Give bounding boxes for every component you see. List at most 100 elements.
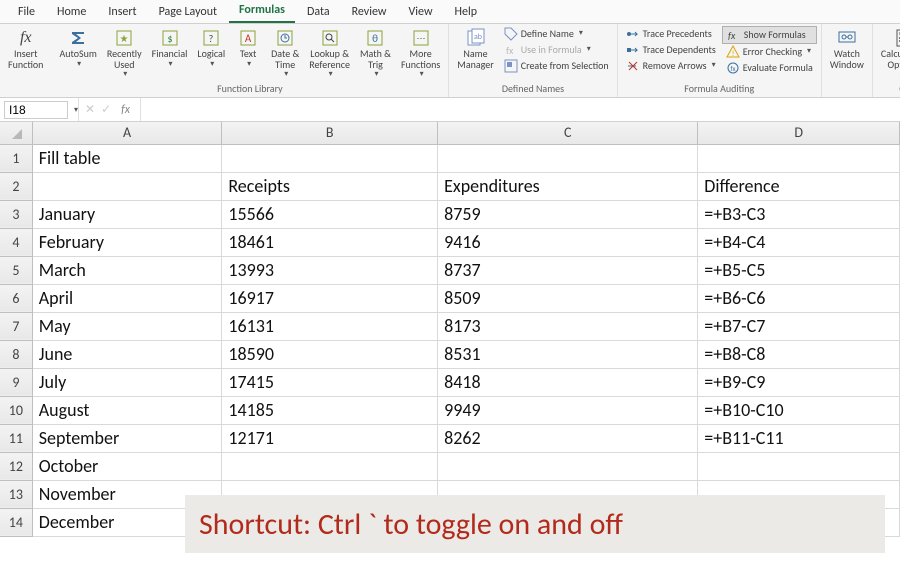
cell[interactable]: =+B4-C4 [698,228,900,256]
row-header[interactable]: 13 [0,480,32,508]
cell[interactable]: 9416 [438,228,698,256]
cell[interactable] [438,452,698,480]
cell[interactable] [698,144,900,172]
formula-bar[interactable] [141,101,900,119]
cell[interactable]: August [32,396,222,424]
cell[interactable]: Expenditures [438,172,698,200]
row-header[interactable]: 7 [0,312,32,340]
col-header-D[interactable]: D [698,122,900,144]
cancel-icon[interactable]: ✕ [85,102,95,117]
cell[interactable]: 8418 [438,368,698,396]
tab-page-layout[interactable]: Page Layout [149,2,227,23]
row-header[interactable]: 12 [0,452,32,480]
financial-button[interactable]: $ Financial▾ [148,26,192,70]
recently-used-button[interactable]: ★ Recently Used▾ [103,26,146,80]
cell[interactable] [438,144,698,172]
select-all-corner[interactable] [0,122,32,144]
cell[interactable]: 16917 [222,284,438,312]
row-header[interactable]: 14 [0,508,32,536]
cell[interactable]: January [32,200,222,228]
cell[interactable]: 8173 [438,312,698,340]
col-header-C[interactable]: C [438,122,698,144]
row-header[interactable]: 10 [0,396,32,424]
define-name-button[interactable]: Define Name▾ [500,26,613,42]
cell[interactable]: Receipts [222,172,438,200]
cell[interactable]: 8262 [438,424,698,452]
cell[interactable]: =+B8-C8 [698,340,900,368]
cell[interactable]: 13993 [222,256,438,284]
cell[interactable] [32,172,222,200]
cell[interactable]: 8759 [438,200,698,228]
row-header[interactable]: 1 [0,144,32,172]
col-header-B[interactable]: B [222,122,438,144]
calculation-options-button[interactable]: Calculation Options▾ [877,26,900,80]
evaluate-formula-button[interactable]: fx Evaluate Formula [722,60,817,76]
row-header[interactable]: 9 [0,368,32,396]
fx-icon[interactable]: fx [117,103,134,117]
create-from-selection-button[interactable]: Create from Selection [500,58,613,74]
cell[interactable]: March [32,256,222,284]
tab-review[interactable]: Review [342,2,397,23]
cell[interactable]: =+B11-C11 [698,424,900,452]
cell[interactable]: September [32,424,222,452]
cell[interactable]: October [32,452,222,480]
math-trig-button[interactable]: θ Math & Trig▾ [356,26,395,80]
row-header[interactable]: 5 [0,256,32,284]
trace-dependents-button[interactable]: Trace Dependents [622,42,720,58]
tab-view[interactable]: View [398,2,442,23]
cell[interactable]: Difference [698,172,900,200]
trace-precedents-button[interactable]: Trace Precedents [622,26,720,42]
cell[interactable]: 8531 [438,340,698,368]
cell[interactable]: =+B5-C5 [698,256,900,284]
cell[interactable]: 16131 [222,312,438,340]
row-header[interactable]: 8 [0,340,32,368]
cell[interactable] [222,452,438,480]
more-functions-button[interactable]: ⋯ More Functions▾ [397,26,444,80]
lookup-reference-button[interactable]: Lookup & Reference▾ [305,26,354,80]
tab-home[interactable]: Home [47,2,96,23]
cell[interactable]: =+B6-C6 [698,284,900,312]
row-header[interactable]: 11 [0,424,32,452]
cell[interactable]: Fill table [32,144,222,172]
tab-insert[interactable]: Insert [98,2,146,23]
cell[interactable]: February [32,228,222,256]
cell[interactable]: 17415 [222,368,438,396]
cell[interactable]: 14185 [222,396,438,424]
tab-formulas[interactable]: Formulas [229,0,295,23]
use-in-formula-button[interactable]: fx Use in Formula▾ [500,42,613,58]
cell[interactable]: May [32,312,222,340]
cell[interactable]: 9949 [438,396,698,424]
row-header[interactable]: 2 [0,172,32,200]
watch-window-button[interactable]: Watch Window [826,26,868,72]
cell[interactable] [698,452,900,480]
cell[interactable]: =+B3-C3 [698,200,900,228]
row-header[interactable]: 3 [0,200,32,228]
enter-icon[interactable]: ✓ [101,102,111,117]
row-header[interactable]: 4 [0,228,32,256]
cell[interactable] [222,144,438,172]
tab-help[interactable]: Help [445,2,488,23]
error-checking-button[interactable]: ! Error Checking▾ [722,44,817,60]
col-header-A[interactable]: A [32,122,222,144]
insert-function-button[interactable]: fx Insert Function [4,26,47,72]
autosum-button[interactable]: AutoSum▾ [55,26,100,70]
cell[interactable]: =+B10-C10 [698,396,900,424]
name-manager-button[interactable]: ab Name Manager [453,26,497,72]
date-time-button[interactable]: Date & Time▾ [267,26,303,80]
cell[interactable]: 18590 [222,340,438,368]
name-box[interactable] [4,101,68,119]
cell[interactable]: =+B9-C9 [698,368,900,396]
cell[interactable]: 12171 [222,424,438,452]
spreadsheet-grid[interactable]: A B C D 1 Fill table 2 ReceiptsExpenditu… [0,122,900,537]
cell[interactable]: 8737 [438,256,698,284]
cell[interactable]: June [32,340,222,368]
cell[interactable]: 8509 [438,284,698,312]
remove-arrows-button[interactable]: Remove Arrows▾ [622,58,720,74]
cell[interactable]: 15566 [222,200,438,228]
logical-button[interactable]: ? Logical▾ [193,26,229,70]
cell[interactable]: 18461 [222,228,438,256]
cell[interactable]: =+B7-C7 [698,312,900,340]
tab-data[interactable]: Data [297,2,340,23]
text-button[interactable]: A Text▾ [231,26,265,70]
show-formulas-button[interactable]: fx Show Formulas [722,26,817,44]
